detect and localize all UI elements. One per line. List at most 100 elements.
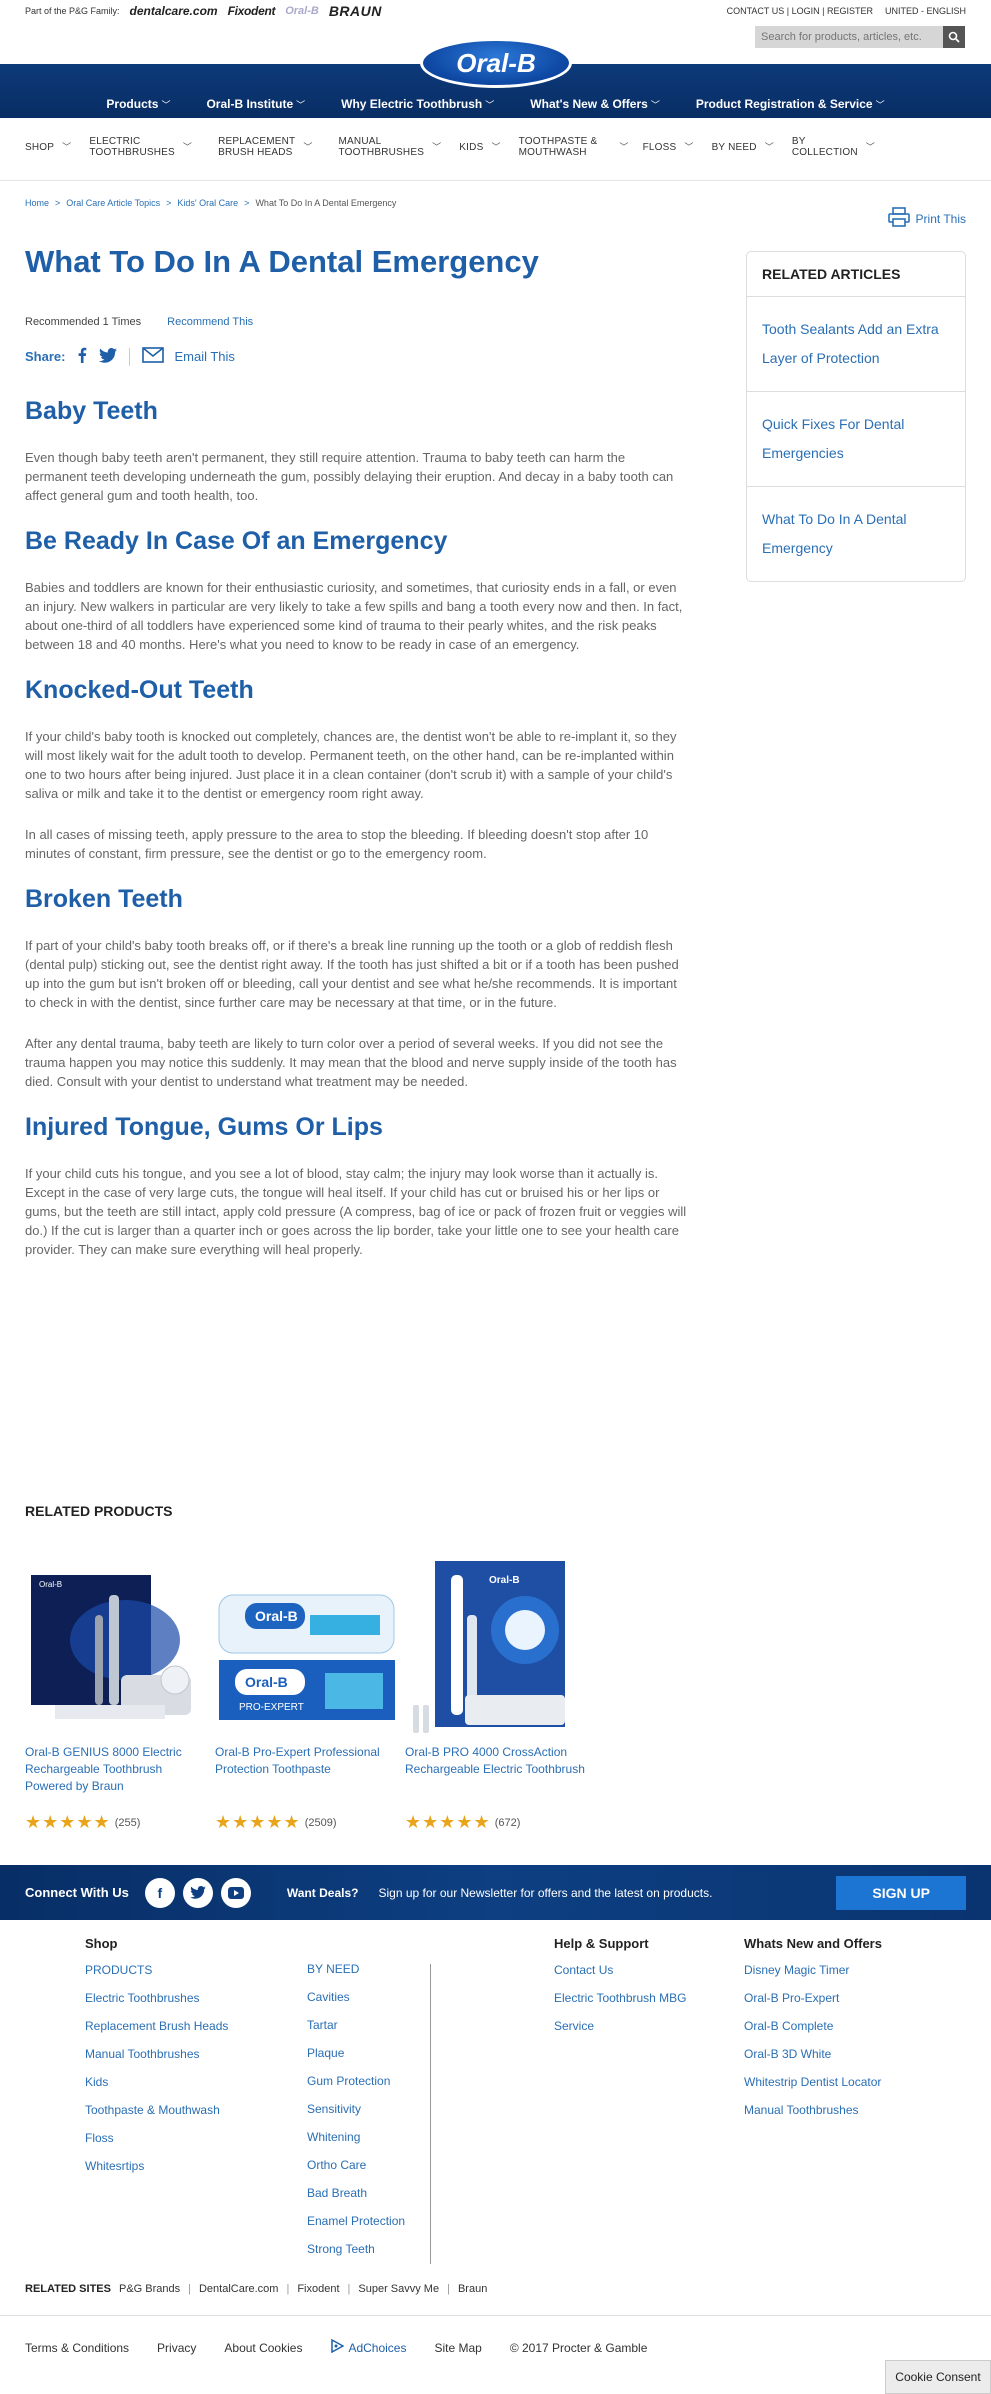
product-image-pro-4000[interactable]: Oral-B: [405, 1555, 585, 1740]
article-section: Be Ready In Case Of an Emergency Babies …: [25, 527, 690, 654]
related-site-link[interactable]: Braun: [458, 2283, 487, 2295]
star-rating-icons: ★★★★★: [25, 1812, 111, 1832]
footer-link[interactable]: Toothpaste & Mouthwash: [85, 2103, 228, 2117]
brand-link-oralb[interactable]: Oral-B: [285, 5, 319, 17]
brand-link-fixodent[interactable]: Fixodent: [228, 4, 276, 18]
recommend-row: Recommended 1 Times Recommend This: [25, 316, 253, 328]
youtube-icon[interactable]: [220, 1877, 251, 1908]
footer-heading: Help & Support: [554, 1936, 649, 1951]
footer-link[interactable]: Whitestrip Dentist Locator: [744, 2075, 882, 2089]
oralb-logo[interactable]: Oral-B: [420, 38, 572, 88]
nav-product-registration[interactable]: Product Registration & Service ﹀: [696, 97, 885, 111]
related-site-link[interactable]: DentalCare.com: [199, 2283, 278, 2295]
envelope-icon: [142, 347, 165, 366]
footer-link[interactable]: Electric Toothbrushes: [85, 1991, 228, 2005]
twitter-icon[interactable]: [182, 1877, 213, 1908]
subnav-shop[interactable]: SHOP ﹀: [25, 142, 71, 153]
divider: [430, 1964, 431, 2264]
facebook-icon[interactable]: [77, 347, 87, 366]
page-title: What To Do In A Dental Emergency: [25, 244, 539, 279]
subnav-replacement-brush-heads[interactable]: REPLACEMENT BRUSH HEADS ﹀: [218, 136, 312, 158]
facebook-icon[interactable]: f: [144, 1877, 175, 1908]
footer-link[interactable]: Manual Toothbrushes: [85, 2047, 228, 2061]
print-label: Print This: [915, 211, 966, 226]
search-icon[interactable]: [943, 26, 965, 48]
footer-link[interactable]: Tartar: [307, 2018, 405, 2032]
recommend-link[interactable]: Recommend This: [167, 316, 253, 328]
footer-link[interactable]: Plaque: [307, 2046, 405, 2060]
footer-link[interactable]: Enamel Protection: [307, 2214, 405, 2228]
product-name-link[interactable]: Oral-B Pro-Expert Professional Protectio…: [215, 1744, 395, 1804]
subnav-floss[interactable]: FLOSS ﹀: [643, 142, 694, 153]
subnav-kids[interactable]: KIDS ﹀: [459, 142, 500, 153]
related-site-link[interactable]: P&G Brands: [119, 2283, 180, 2295]
article-section: Injured Tongue, Gums Or Lips If your chi…: [25, 1113, 690, 1259]
footer-link[interactable]: Replacement Brush Heads: [85, 2019, 228, 2033]
footer-link[interactable]: Whitesrtips: [85, 2159, 228, 2173]
breadcrumb-article-topics[interactable]: Oral Care Article Topics: [66, 198, 160, 208]
footer-link[interactable]: PRODUCTS: [85, 1963, 228, 1977]
svg-text:PRO-EXPERT: PRO-EXPERT: [239, 1702, 304, 1713]
subnav-by-collection[interactable]: BY COLLECTION ﹀: [792, 136, 875, 158]
footer-link[interactable]: Ortho Care: [307, 2158, 405, 2172]
footer-link[interactable]: Whitening: [307, 2130, 405, 2144]
footer-link[interactable]: Oral-B Pro-Expert: [744, 1991, 882, 2005]
twitter-icon[interactable]: [99, 347, 118, 366]
footer-link[interactable]: Electric Toothbrush MBG: [554, 1991, 687, 2005]
signup-button[interactable]: SIGN UP: [836, 1875, 966, 1910]
contact-us-link[interactable]: CONTACT US: [727, 6, 785, 16]
footer-link[interactable]: Cavities: [307, 1990, 405, 2004]
footer-link[interactable]: BY NEED: [307, 1962, 405, 1976]
footer-link[interactable]: Oral-B 3D White: [744, 2047, 882, 2061]
subnav-electric-toothbrushes[interactable]: ELECTRIC TOOTHBRUSHES ﹀: [89, 136, 192, 158]
brand-link-dentalcare[interactable]: dentalcare.com: [130, 4, 218, 18]
email-this-button[interactable]: Email This: [142, 347, 235, 366]
footer-link[interactable]: Floss: [85, 2131, 228, 2145]
related-article-link[interactable]: Tooth Sealants Add an Extra Layer of Pro…: [747, 297, 965, 392]
adchoices-link[interactable]: AdChoices: [330, 2338, 406, 2356]
nav-why-electric[interactable]: Why Electric Toothbrush ﹀: [341, 97, 494, 111]
terms-link[interactable]: Terms & Conditions: [25, 2341, 129, 2355]
related-site-link[interactable]: Super Savvy Me: [358, 2283, 439, 2295]
product-card: Oral-B Oral-B GENIUS 8000 Electric Recha…: [25, 1555, 205, 1833]
about-cookies-link[interactable]: About Cookies: [224, 2341, 302, 2355]
footer-link[interactable]: Sensitivity: [307, 2102, 405, 2116]
subnav-manual-toothbrushes[interactable]: MANUAL TOOTHBRUSHES ﹀: [339, 136, 442, 158]
footer-link[interactable]: Strong Teeth: [307, 2242, 405, 2256]
product-name-link[interactable]: Oral-B GENIUS 8000 Electric Rechargeable…: [25, 1744, 205, 1804]
footer-link[interactable]: Manual Toothbrushes: [744, 2103, 882, 2117]
breadcrumb-kids-oral-care[interactable]: Kids' Oral Care: [177, 198, 238, 208]
related-article-link[interactable]: What To Do In A Dental Emergency: [747, 487, 965, 581]
locale-selector[interactable]: UNITED - ENGLISH: [885, 6, 966, 16]
footer-link[interactable]: Contact Us: [554, 1963, 687, 1977]
privacy-link[interactable]: Privacy: [157, 2341, 196, 2355]
subnav-by-need[interactable]: BY NEED ﹀: [712, 142, 774, 153]
footer-link[interactable]: Kids: [85, 2075, 228, 2089]
brand-link-braun[interactable]: BRAUN: [329, 3, 382, 19]
footer-link[interactable]: Bad Breath: [307, 2186, 405, 2200]
subnav-toothpaste-mouthwash[interactable]: TOOTHPASTE & MOUTHWASH ﹀: [519, 136, 629, 158]
related-article-link[interactable]: Quick Fixes For Dental Emergencies: [747, 392, 965, 487]
related-articles-heading: RELATED ARTICLES: [747, 252, 965, 297]
product-image-genius-8000[interactable]: Oral-B: [25, 1555, 205, 1740]
cookie-consent-button[interactable]: Cookie Consent: [885, 2360, 991, 2394]
product-name-link[interactable]: Oral-B PRO 4000 CrossAction Rechargeable…: [405, 1744, 585, 1804]
related-site-link[interactable]: Fixodent: [297, 2283, 339, 2295]
nav-whats-new[interactable]: What's New & Offers ﹀: [530, 97, 660, 111]
star-rating-icons: ★★★★★: [215, 1812, 301, 1832]
chevron-down-icon: ﹀: [865, 141, 875, 152]
print-button[interactable]: Print This: [887, 207, 966, 230]
svg-text:Oral-B: Oral-B: [245, 1674, 288, 1690]
login-link[interactable]: LOGIN: [792, 6, 820, 16]
footer-link[interactable]: Disney Magic Timer: [744, 1963, 882, 1977]
register-link[interactable]: REGISTER: [827, 6, 873, 16]
footer-link[interactable]: Service: [554, 2019, 687, 2033]
breadcrumb-home[interactable]: Home: [25, 198, 49, 208]
nav-products[interactable]: Products ﹀: [106, 97, 170, 111]
product-image-pro-expert-toothpaste[interactable]: Oral-B Oral-B PRO-EXPERT: [215, 1555, 399, 1740]
footer-link[interactable]: Oral-B Complete: [744, 2019, 882, 2033]
search-input[interactable]: [761, 31, 931, 43]
nav-oralb-institute[interactable]: Oral-B Institute ﹀: [206, 97, 305, 111]
sitemap-link[interactable]: Site Map: [434, 2341, 481, 2355]
footer-link[interactable]: Gum Protection: [307, 2074, 405, 2088]
